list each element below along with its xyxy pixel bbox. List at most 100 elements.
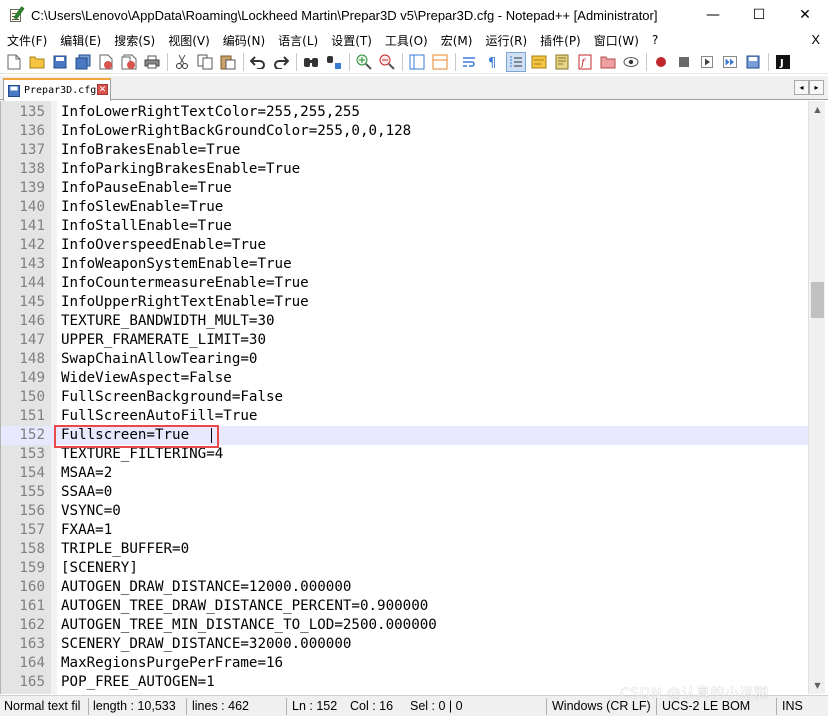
code-line[interactable]: 147 UPPER_FRAMERATE_LIMIT=30	[1, 331, 809, 350]
line-text[interactable]: InfoOverspeedEnable=True	[61, 236, 266, 255]
line-text[interactable]: InfoCountermeasureEnable=True	[61, 274, 309, 293]
line-text[interactable]: InfoLowerRightTextColor=255,255,255	[61, 103, 360, 122]
line-text[interactable]: TEXTURE_BANDWIDTH_MULT=30	[61, 312, 275, 331]
line-text[interactable]: POP_FREE_AUTOGEN=1	[61, 673, 215, 692]
menu-help[interactable]: ?	[645, 33, 664, 47]
tab-scroll-left-icon[interactable]: ◂	[794, 80, 809, 95]
line-text[interactable]: MaxRegionsPurgePerFrame=16	[61, 654, 283, 673]
code-line[interactable]: 151 FullScreenAutoFill=True	[1, 407, 809, 426]
print-icon[interactable]	[142, 52, 162, 72]
line-text[interactable]: InfoSlewEnable=True	[61, 198, 223, 217]
word-wrap-icon[interactable]	[460, 52, 480, 72]
indent-guide-icon[interactable]	[506, 51, 526, 72]
code-line[interactable]: 146 TEXTURE_BANDWIDTH_MULT=30	[1, 312, 809, 331]
copy-icon[interactable]	[195, 52, 215, 72]
tab-prepar3d-cfg[interactable]: Prepar3D.cfg ✕	[3, 78, 111, 101]
code-line[interactable]: 164 MaxRegionsPurgePerFrame=16	[1, 654, 809, 673]
code-line[interactable]: 154 MSAA=2	[1, 464, 809, 483]
line-text[interactable]: FullScreenAutoFill=True	[61, 407, 257, 426]
code-line[interactable]: 155 SSAA=0	[1, 483, 809, 502]
line-text[interactable]: AUTOGEN_TREE_MIN_DISTANCE_TO_LOD=2500.00…	[61, 616, 437, 635]
line-text[interactable]: [SCENERY]	[61, 559, 138, 578]
replace-icon[interactable]	[324, 52, 344, 72]
menu-settings[interactable]: 设置(T)	[324, 32, 378, 49]
menu-plugins[interactable]: 插件(P)	[533, 32, 587, 49]
minimize-button[interactable]: —	[690, 0, 736, 30]
code-line[interactable]: 156 VSYNC=0	[1, 502, 809, 521]
code-line[interactable]: 139 InfoPauseEnable=True	[1, 179, 809, 198]
code-line[interactable]: 161 AUTOGEN_TREE_DRAW_DISTANCE_PERCENT=0.…	[1, 597, 809, 616]
menu-encoding[interactable]: 编码(N)	[216, 32, 271, 49]
close-button[interactable]: ✕	[782, 0, 828, 30]
line-text[interactable]: MSAA=2	[61, 464, 112, 483]
redo-icon[interactable]	[271, 52, 291, 72]
record-macro-icon[interactable]	[651, 52, 671, 72]
line-text[interactable]: FXAA=1	[61, 521, 112, 540]
line-text[interactable]: FullScreenBackground=False	[61, 388, 283, 407]
line-text[interactable]: InfoPauseEnable=True	[61, 179, 232, 198]
maximize-button[interactable]: ☐	[736, 0, 782, 30]
menu-macro[interactable]: 宏(M)	[434, 32, 479, 49]
save-all-icon[interactable]	[73, 52, 93, 72]
line-text[interactable]: InfoLowerRightBackGroundColor=255,0,0,12…	[61, 122, 411, 141]
save-macro-icon[interactable]	[743, 52, 763, 72]
code-line[interactable]: 140 InfoSlewEnable=True	[1, 198, 809, 217]
scroll-up-icon[interactable]: ▲	[809, 101, 826, 118]
menu-language[interactable]: 语言(L)	[271, 32, 324, 49]
zoom-in-icon[interactable]	[354, 52, 374, 72]
code-line[interactable]: 148 SwapChainAllowTearing=0	[1, 350, 809, 369]
close-file-icon[interactable]	[96, 52, 116, 72]
line-text[interactable]: InfoBrakesEnable=True	[61, 141, 240, 160]
vertical-scrollbar[interactable]: ▲ ▼	[808, 101, 825, 694]
line-text[interactable]: SwapChainAllowTearing=0	[61, 350, 257, 369]
code-line[interactable]: 149 WideViewAspect=False	[1, 369, 809, 388]
doc-map-icon[interactable]	[552, 52, 572, 72]
sync-horizontal-icon[interactable]	[430, 52, 450, 72]
code-line[interactable]: 162 AUTOGEN_TREE_MIN_DISTANCE_TO_LOD=2500…	[1, 616, 809, 635]
code-line[interactable]: 142 InfoOverspeedEnable=True	[1, 236, 809, 255]
function-list-icon[interactable]: f	[575, 52, 595, 72]
menu-view[interactable]: 视图(V)	[161, 32, 216, 49]
show-all-chars-icon[interactable]: ¶	[483, 52, 503, 72]
status-insert-mode[interactable]: INS	[778, 696, 828, 716]
folder-workspace-icon[interactable]	[598, 52, 618, 72]
paste-icon[interactable]	[218, 52, 238, 72]
code-line[interactable]: 138 InfoParkingBrakesEnable=True	[1, 160, 809, 179]
menu-window[interactable]: 窗口(W)	[587, 32, 645, 49]
monitor-icon[interactable]	[621, 52, 641, 72]
cut-icon[interactable]	[172, 52, 192, 72]
close-all-icon[interactable]	[119, 52, 139, 72]
line-text[interactable]: UPPER_FRAMERATE_LIMIT=30	[61, 331, 266, 350]
menu-tools[interactable]: 工具(O)	[378, 32, 434, 49]
scrollbar-thumb[interactable]	[811, 282, 824, 318]
code-line[interactable]: 150 FullScreenBackground=False	[1, 388, 809, 407]
menu-edit[interactable]: 编辑(E)	[53, 32, 107, 49]
menu-file[interactable]: 文件(F)	[0, 32, 53, 49]
code-line[interactable]: 144 InfoCountermeasureEnable=True	[1, 274, 809, 293]
save-icon[interactable]	[50, 52, 70, 72]
menu-run[interactable]: 运行(R)	[478, 32, 533, 49]
close-document-button[interactable]: X	[811, 30, 820, 50]
code-line[interactable]: 160 AUTOGEN_DRAW_DISTANCE=12000.000000	[1, 578, 809, 597]
menu-search[interactable]: 搜索(S)	[107, 32, 161, 49]
code-line[interactable]: 159 [SCENERY]	[1, 559, 809, 578]
sync-vertical-icon[interactable]	[407, 52, 427, 72]
tab-scroll-right-icon[interactable]: ▸	[809, 80, 824, 95]
new-file-icon[interactable]	[4, 52, 24, 72]
line-text[interactable]: InfoParkingBrakesEnable=True	[61, 160, 300, 179]
find-icon[interactable]	[301, 52, 321, 72]
line-text[interactable]: InfoWeaponSystemEnable=True	[61, 255, 292, 274]
scroll-down-icon[interactable]: ▼	[809, 677, 826, 694]
stop-macro-icon[interactable]	[674, 52, 694, 72]
code-line[interactable]: 163 SCENERY_DRAW_DISTANCE=32000.000000	[1, 635, 809, 654]
code-line[interactable]: 157 FXAA=1	[1, 521, 809, 540]
line-text[interactable]: SCENERY_DRAW_DISTANCE=32000.000000	[61, 635, 351, 654]
tab-close-icon[interactable]: ✕	[97, 84, 108, 95]
code-line[interactable]: 158 TRIPLE_BUFFER=0	[1, 540, 809, 559]
line-text[interactable]: VSYNC=0	[61, 502, 121, 521]
code-line[interactable]: 145 InfoUpperRightTextEnable=True	[1, 293, 809, 312]
code-line[interactable]: 135 InfoLowerRightTextColor=255,255,255	[1, 103, 809, 122]
line-text[interactable]: AUTOGEN_TREE_DRAW_DISTANCE_PERCENT=0.900…	[61, 597, 428, 616]
line-text[interactable]: InfoUpperRightTextEnable=True	[61, 293, 309, 312]
line-text[interactable]: SSAA=0	[61, 483, 112, 502]
